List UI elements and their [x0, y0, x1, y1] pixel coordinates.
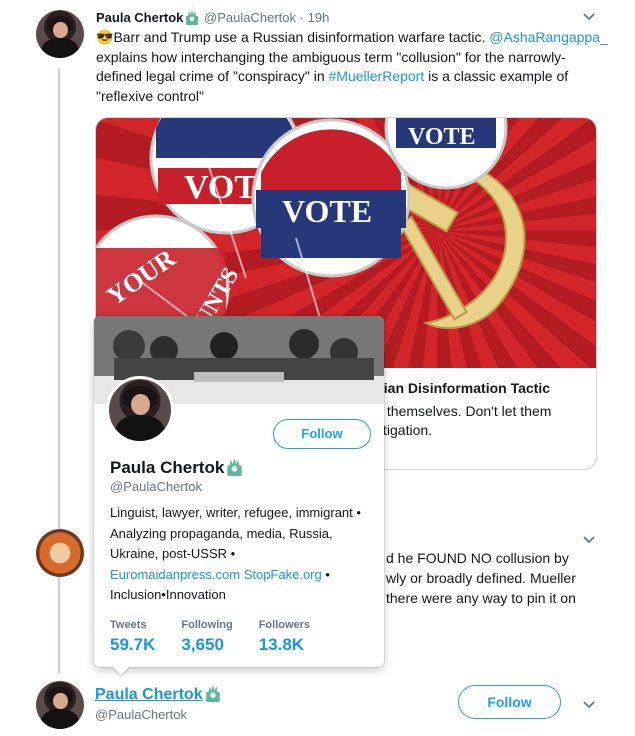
- hover-name-text: Paula Chertok: [110, 458, 225, 477]
- emoji: 😎: [96, 29, 114, 45]
- statue-of-liberty-icon: [227, 458, 242, 476]
- thread-line: [58, 68, 60, 673]
- chevron-down-icon[interactable]: [582, 698, 596, 713]
- card-image-word: VOTE: [282, 193, 372, 229]
- stat-label: Followers: [258, 619, 311, 631]
- reply-text-line: there were any way to pin it on: [386, 590, 576, 606]
- reply-text-line: d he FOUND NO collusion by: [386, 550, 569, 566]
- tweet-text-part: Barr and Trump use a Russian disinformat…: [113, 29, 490, 45]
- hashtag-link[interactable]: #MuellerReport: [329, 68, 425, 84]
- tweet-text: 😎Barr and Trump use a Russian disinforma…: [96, 28, 611, 106]
- profile-hover-card: Follow Paula Chertok @PaulaChertok Lingu…: [94, 316, 384, 675]
- author-handle[interactable]: @PaulaChertok: [204, 10, 296, 25]
- reply-text-line: wly or broadly defined. Mueller: [386, 570, 576, 586]
- stat-label: Tweets: [110, 619, 147, 631]
- stat-value: 3,650: [181, 635, 224, 654]
- tweet-header: Paula Chertok @PaulaChertok · 19h: [96, 9, 329, 25]
- card-image-word: VOTE: [408, 124, 476, 150]
- bottom-profile-handle[interactable]: @PaulaChertok: [95, 707, 187, 722]
- bottom-profile-avatar[interactable]: [36, 681, 84, 729]
- tweet-timestamp[interactable]: 19h: [308, 10, 330, 25]
- bottom-name-text: Paula Chertok: [95, 686, 203, 703]
- hover-card-avatar[interactable]: [106, 376, 174, 444]
- card-title: sian Disinformation Tactic: [376, 380, 550, 396]
- chevron-down-icon[interactable]: [582, 533, 596, 548]
- hover-card-name[interactable]: Paula Chertok: [110, 457, 244, 478]
- hover-follow-button[interactable]: Follow: [273, 419, 371, 449]
- follow-button[interactable]: Follow: [458, 685, 561, 719]
- hover-card-bio: Linguist, lawyer, writer, refugee, immig…: [110, 503, 372, 606]
- bio-link[interactable]: Euromaidanpress.com: [110, 567, 240, 582]
- statue-of-liberty-icon: [186, 10, 199, 25]
- profile-stats: Tweets 59.7K Following 3,650 Followers 1…: [110, 619, 372, 655]
- statue-of-liberty-icon: [205, 685, 220, 702]
- author-name[interactable]: Paula Chertok: [96, 10, 183, 25]
- tweets-stat[interactable]: Tweets 59.7K: [110, 619, 155, 655]
- hover-card-handle[interactable]: @PaulaChertok: [110, 479, 202, 494]
- bio-text: Linguist, lawyer, writer, refugee, immig…: [110, 505, 361, 561]
- bio-link[interactable]: StopFake.org: [244, 567, 322, 582]
- card-description: it themselves. Don't let them stigation.: [376, 403, 552, 438]
- hover-card-pointer: [112, 666, 130, 675]
- chevron-down-icon[interactable]: [582, 10, 596, 25]
- reply-avatar[interactable]: [36, 529, 84, 577]
- mention-link[interactable]: @AshaRangappa_: [489, 29, 608, 45]
- reply-text: d he FOUND NO collusion by wly or broadl…: [386, 548, 606, 608]
- stat-value: 13.8K: [258, 635, 305, 654]
- author-avatar[interactable]: [36, 10, 84, 58]
- stat-value: 59.7K: [110, 635, 156, 654]
- stat-label: Following: [181, 619, 233, 631]
- bottom-profile-name[interactable]: Paula Chertok: [95, 684, 222, 704]
- following-stat[interactable]: Following 3,650: [181, 619, 232, 655]
- separator-dot: ·: [299, 10, 304, 25]
- followers-stat[interactable]: Followers 13.8K: [259, 619, 310, 655]
